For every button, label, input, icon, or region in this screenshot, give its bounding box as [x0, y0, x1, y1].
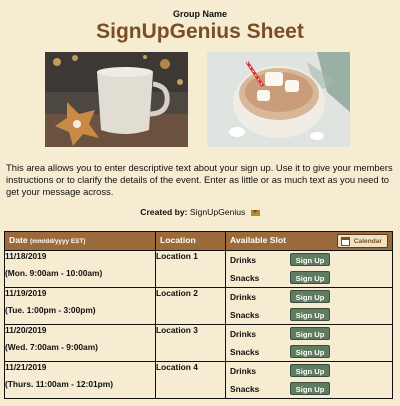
hot-cocoa-marshmallows-photo: [207, 52, 350, 147]
slot-location: Location 2: [155, 287, 226, 325]
slot-date-cell: 11/18/2019 (Mon. 9:00am - 10:00am): [4, 250, 156, 288]
table-row: 11/19/2019 (Tue. 1:00pm - 3:00pm) Locati…: [4, 287, 393, 325]
slot-item-name: Drinks: [230, 292, 257, 302]
sign-up-button[interactable]: Sign Up: [290, 253, 330, 266]
column-header-available-slot: Available Slot Calendar: [225, 231, 393, 251]
slot-item-name: Drinks: [230, 329, 257, 339]
slot-time: (Wed. 7:00am - 9:00am): [5, 342, 98, 352]
slot-items-cell: Drinks Sign Up Snacks Sign Up: [225, 287, 393, 325]
slot-date: 11/20/2019: [5, 325, 47, 335]
envelope-icon[interactable]: [250, 209, 260, 216]
sign-up-button[interactable]: Sign Up: [290, 345, 330, 358]
creator-name: SignUpGenius: [189, 207, 246, 217]
slot-date: 11/18/2019: [5, 251, 47, 261]
cup-with-cookie-photo: [45, 52, 188, 147]
sign-up-description: This area allows you to enter descriptiv…: [6, 162, 393, 197]
slot-time: (Thurs. 11:00am - 12:01pm): [5, 379, 113, 389]
column-header-date: Date (mm/dd/yyyy EST): [4, 231, 156, 251]
table-row: 11/21/2019 (Thurs. 11:00am - 12:01pm) Lo…: [4, 361, 393, 399]
table-row: 11/18/2019 (Mon. 9:00am - 10:00am) Locat…: [4, 250, 393, 288]
group-name: Group Name: [172, 9, 227, 19]
sign-up-slots-table: Date (mm/dd/yyyy EST) Location Available…: [4, 231, 393, 399]
slot-time: (Tue. 1:00pm - 3:00pm): [5, 305, 96, 315]
slot-time: (Mon. 9:00am - 10:00am): [5, 268, 103, 278]
slot-item-name: Snacks: [230, 273, 260, 283]
slot-location: Location 4: [155, 361, 226, 399]
sign-up-button[interactable]: Sign Up: [290, 271, 330, 284]
slot-items-cell: Drinks Sign Up Snacks Sign Up: [225, 361, 393, 399]
slot-item-name: Drinks: [230, 366, 257, 376]
calendar-button[interactable]: Calendar: [336, 234, 388, 248]
slot-date: 11/21/2019: [5, 362, 47, 372]
table-header-row: Date (mm/dd/yyyy EST) Location Available…: [4, 231, 393, 251]
slot-date-cell: 11/20/2019 (Wed. 7:00am - 9:00am): [4, 324, 156, 362]
slot-item-name: Drinks: [230, 255, 257, 265]
slot-item-name: Snacks: [230, 310, 260, 320]
column-header-location: Location: [155, 231, 226, 251]
sign-up-button[interactable]: Sign Up: [290, 382, 330, 395]
sign-up-button[interactable]: Sign Up: [290, 290, 330, 303]
created-by: Created by: SignUpGenius: [0, 207, 400, 217]
table-row: 11/20/2019 (Wed. 7:00am - 9:00am) Locati…: [4, 324, 393, 362]
sign-up-button[interactable]: Sign Up: [290, 308, 330, 321]
slot-item-name: Snacks: [230, 347, 260, 357]
slot-location: Location 1: [155, 250, 226, 288]
slot-items-cell: Drinks Sign Up Snacks Sign Up: [225, 324, 393, 362]
calendar-button-label: Calendar: [353, 237, 382, 245]
sign-up-button[interactable]: Sign Up: [290, 364, 330, 377]
created-by-label: Created by:: [140, 207, 188, 217]
slot-date: 11/19/2019: [5, 288, 47, 298]
slot-location: Location 3: [155, 324, 226, 362]
slot-date-cell: 11/19/2019 (Tue. 1:00pm - 3:00pm): [4, 287, 156, 325]
sheet-title: SignUpGenius Sheet: [96, 20, 304, 43]
calendar-icon: [340, 236, 350, 246]
slot-item-name: Snacks: [230, 384, 260, 394]
slot-date-cell: 11/21/2019 (Thurs. 11:00am - 12:01pm): [4, 361, 156, 399]
date-format-hint: (mm/dd/yyyy EST): [30, 238, 86, 245]
slot-items-cell: Drinks Sign Up Snacks Sign Up: [225, 250, 393, 288]
sign-up-button[interactable]: Sign Up: [290, 327, 330, 340]
